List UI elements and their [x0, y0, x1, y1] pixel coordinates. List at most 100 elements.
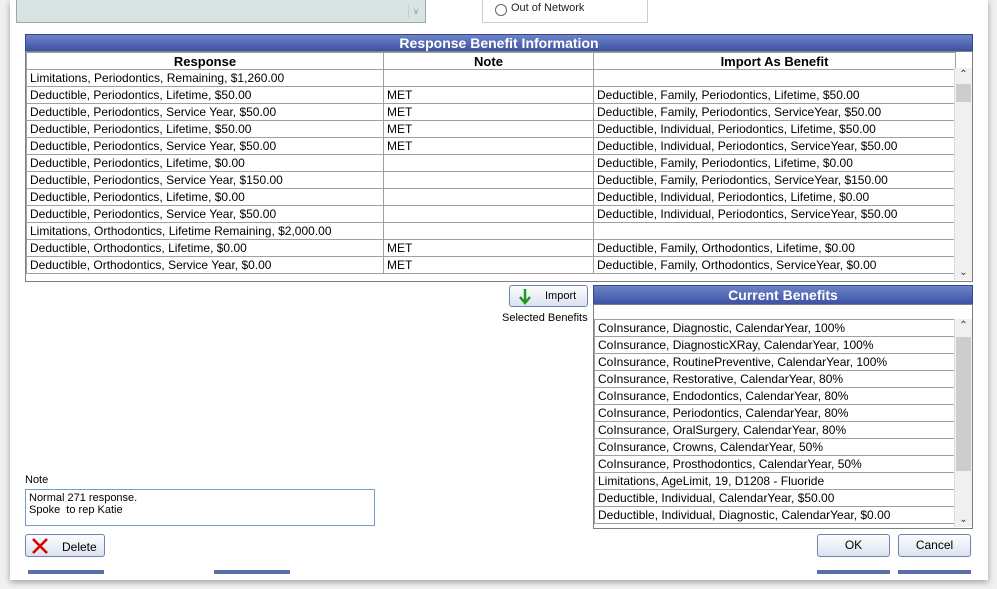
scroll-down-icon[interactable]: ⌄ [955, 513, 972, 527]
response-cell[interactable]: Deductible, Periodontics, Lifetime, $50.… [26, 86, 384, 104]
note-cell[interactable] [383, 222, 594, 240]
column-header-response[interactable]: Response [26, 52, 384, 70]
benefit-cell[interactable]: CoInsurance, RoutinePreventive, Calendar… [594, 353, 956, 371]
response-cell[interactable]: Deductible, Periodontics, Service Year, … [26, 137, 384, 155]
column-header-note[interactable]: Note [383, 52, 594, 70]
cancel-button[interactable]: Cancel [898, 534, 971, 557]
list-item[interactable]: CoInsurance, DiagnosticXRay, CalendarYea… [594, 336, 956, 354]
response-cell[interactable]: Deductible, Periodontics, Lifetime, $0.0… [26, 188, 384, 206]
benefit-cell[interactable]: CoInsurance, Diagnostic, CalendarYear, 1… [594, 319, 956, 337]
arrow-down-icon [519, 289, 531, 305]
import-as-benefit-cell[interactable]: Deductible, Individual, Periodontics, Li… [593, 188, 956, 206]
note-cell[interactable] [383, 69, 594, 87]
scroll-thumb[interactable] [956, 337, 971, 471]
background-window-edge [28, 570, 104, 574]
response-cell[interactable]: Deductible, Orthodontics, Service Year, … [26, 256, 384, 274]
note-textarea[interactable]: Normal 271 response. Spoke to rep Katie [25, 489, 375, 526]
benefit-cell[interactable]: CoInsurance, DiagnosticXRay, CalendarYea… [594, 336, 956, 354]
list-item[interactable]: CoInsurance, Crowns, CalendarYear, 50% [594, 438, 956, 456]
current-benefits-grid: CoInsurance, Diagnostic, CalendarYear, 1… [593, 304, 973, 529]
benefit-cell[interactable]: CoInsurance, Endodontics, CalendarYear, … [594, 387, 956, 405]
top-combo-field[interactable]: ∨ [16, 0, 426, 23]
note-cell[interactable] [383, 205, 594, 223]
background-window-edge [898, 570, 971, 574]
response-cell[interactable]: Deductible, Periodontics, Service Year, … [26, 171, 384, 189]
list-item[interactable]: CoInsurance, OralSurgery, CalendarYear, … [594, 421, 956, 439]
note-cell[interactable] [383, 154, 594, 172]
note-cell[interactable]: MET [383, 256, 594, 274]
current-benefits-scrollbar[interactable]: ⌃ ⌄ [954, 319, 972, 527]
response-cell[interactable]: Deductible, Periodontics, Lifetime, $0.0… [26, 154, 384, 172]
table-row[interactable]: Deductible, Periodontics, Service Year, … [26, 171, 956, 189]
table-row[interactable]: Deductible, Periodontics, Service Year, … [26, 103, 956, 121]
response-cell[interactable]: Deductible, Periodontics, Lifetime, $50.… [26, 120, 384, 138]
note-cell[interactable]: MET [383, 103, 594, 121]
import-as-benefit-cell[interactable] [593, 69, 956, 87]
scroll-up-icon[interactable]: ⌃ [955, 319, 972, 333]
current-benefits-title: Current Benefits [593, 285, 973, 305]
benefit-cell[interactable]: Deductible, Individual, Diagnostic, Cale… [594, 506, 956, 524]
table-row[interactable]: Deductible, Orthodontics, Service Year, … [26, 256, 956, 274]
list-item[interactable]: CoInsurance, Periodontics, CalendarYear,… [594, 404, 956, 422]
list-item[interactable]: CoInsurance, RoutinePreventive, Calendar… [594, 353, 956, 371]
table-row[interactable]: Deductible, Periodontics, Service Year, … [26, 137, 956, 155]
selected-benefits-caption: Selected Benefits [502, 312, 588, 324]
import-button[interactable]: Import [509, 285, 588, 307]
import-as-benefit-cell[interactable]: Deductible, Family, Periodontics, Lifeti… [593, 86, 956, 104]
note-cell[interactable]: MET [383, 137, 594, 155]
note-cell[interactable]: MET [383, 120, 594, 138]
import-as-benefit-cell[interactable]: Deductible, Family, Periodontics, Servic… [593, 171, 956, 189]
response-cell[interactable]: Deductible, Periodontics, Service Year, … [26, 205, 384, 223]
import-as-benefit-cell[interactable]: Deductible, Family, Periodontics, Servic… [593, 103, 956, 121]
response-grid-scrollbar[interactable]: ⌃ ⌄ [954, 68, 972, 280]
table-row[interactable]: Limitations, Periodontics, Remaining, $1… [26, 69, 956, 87]
background-window-edge [817, 570, 890, 574]
list-item[interactable]: Deductible, Individual, CalendarYear, $5… [594, 489, 956, 507]
response-cell[interactable]: Deductible, Periodontics, Service Year, … [26, 103, 384, 121]
list-item[interactable]: CoInsurance, Prosthodontics, CalendarYea… [594, 455, 956, 473]
table-row[interactable]: Deductible, Periodontics, Lifetime, $50.… [26, 120, 956, 138]
benefit-cell[interactable]: CoInsurance, Crowns, CalendarYear, 50% [594, 438, 956, 456]
note-cell[interactable] [383, 188, 594, 206]
scroll-thumb[interactable] [956, 84, 971, 102]
response-grid-title: Response Benefit Information [25, 34, 973, 52]
delete-x-icon [32, 538, 48, 554]
import-as-benefit-cell[interactable]: Deductible, Individual, Periodontics, Se… [593, 137, 956, 155]
response-cell[interactable]: Deductible, Orthodontics, Lifetime, $0.0… [26, 239, 384, 257]
benefit-cell[interactable]: CoInsurance, Restorative, CalendarYear, … [594, 370, 956, 388]
column-header-import-as-benefit[interactable]: Import As Benefit [593, 52, 956, 70]
table-row[interactable]: Deductible, Orthodontics, Lifetime, $0.0… [26, 239, 956, 257]
table-row[interactable]: Deductible, Periodontics, Lifetime, $0.0… [26, 188, 956, 206]
table-row[interactable]: Deductible, Periodontics, Service Year, … [26, 205, 956, 223]
note-cell[interactable] [383, 171, 594, 189]
note-cell[interactable]: MET [383, 239, 594, 257]
list-item[interactable]: Deductible, Individual, Diagnostic, Cale… [594, 506, 956, 524]
benefit-cell[interactable]: CoInsurance, Prosthodontics, CalendarYea… [594, 455, 956, 473]
benefit-cell[interactable]: Deductible, Individual, CalendarYear, $5… [594, 489, 956, 507]
note-cell[interactable]: MET [383, 86, 594, 104]
import-as-benefit-cell[interactable]: Deductible, Family, Orthodontics, Lifeti… [593, 239, 956, 257]
table-row[interactable]: Deductible, Periodontics, Lifetime, $0.0… [26, 154, 956, 172]
benefit-cell[interactable]: Limitations, AgeLimit, 19, D1208 - Fluor… [594, 472, 956, 490]
response-cell[interactable]: Limitations, Orthodontics, Lifetime Rema… [26, 222, 384, 240]
table-row[interactable]: Limitations, Orthodontics, Lifetime Rema… [26, 222, 956, 240]
list-item[interactable]: CoInsurance, Diagnostic, CalendarYear, 1… [594, 319, 956, 337]
benefit-cell[interactable]: CoInsurance, OralSurgery, CalendarYear, … [594, 421, 956, 439]
list-item[interactable]: CoInsurance, Endodontics, CalendarYear, … [594, 387, 956, 405]
benefit-cell[interactable]: CoInsurance, Periodontics, CalendarYear,… [594, 404, 956, 422]
response-cell[interactable]: Limitations, Periodontics, Remaining, $1… [26, 69, 384, 87]
import-as-benefit-cell[interactable] [593, 222, 956, 240]
list-item[interactable]: Limitations, AgeLimit, 19, D1208 - Fluor… [594, 472, 956, 490]
list-item[interactable]: CoInsurance, Restorative, CalendarYear, … [594, 370, 956, 388]
scroll-down-icon[interactable]: ⌄ [955, 266, 972, 280]
delete-button[interactable]: Delete [25, 534, 105, 557]
import-as-benefit-cell[interactable]: Deductible, Family, Periodontics, Lifeti… [593, 154, 956, 172]
table-row[interactable]: Deductible, Periodontics, Lifetime, $50.… [26, 86, 956, 104]
ok-button[interactable]: OK [817, 534, 890, 557]
chevron-down-icon[interactable]: ∨ [408, 4, 423, 18]
out-of-network-radio[interactable] [495, 4, 507, 16]
import-as-benefit-cell[interactable]: Deductible, Individual, Periodontics, Li… [593, 120, 956, 138]
scroll-up-icon[interactable]: ⌃ [955, 68, 972, 82]
import-as-benefit-cell[interactable]: Deductible, Family, Orthodontics, Servic… [593, 256, 956, 274]
import-as-benefit-cell[interactable]: Deductible, Individual, Periodontics, Se… [593, 205, 956, 223]
